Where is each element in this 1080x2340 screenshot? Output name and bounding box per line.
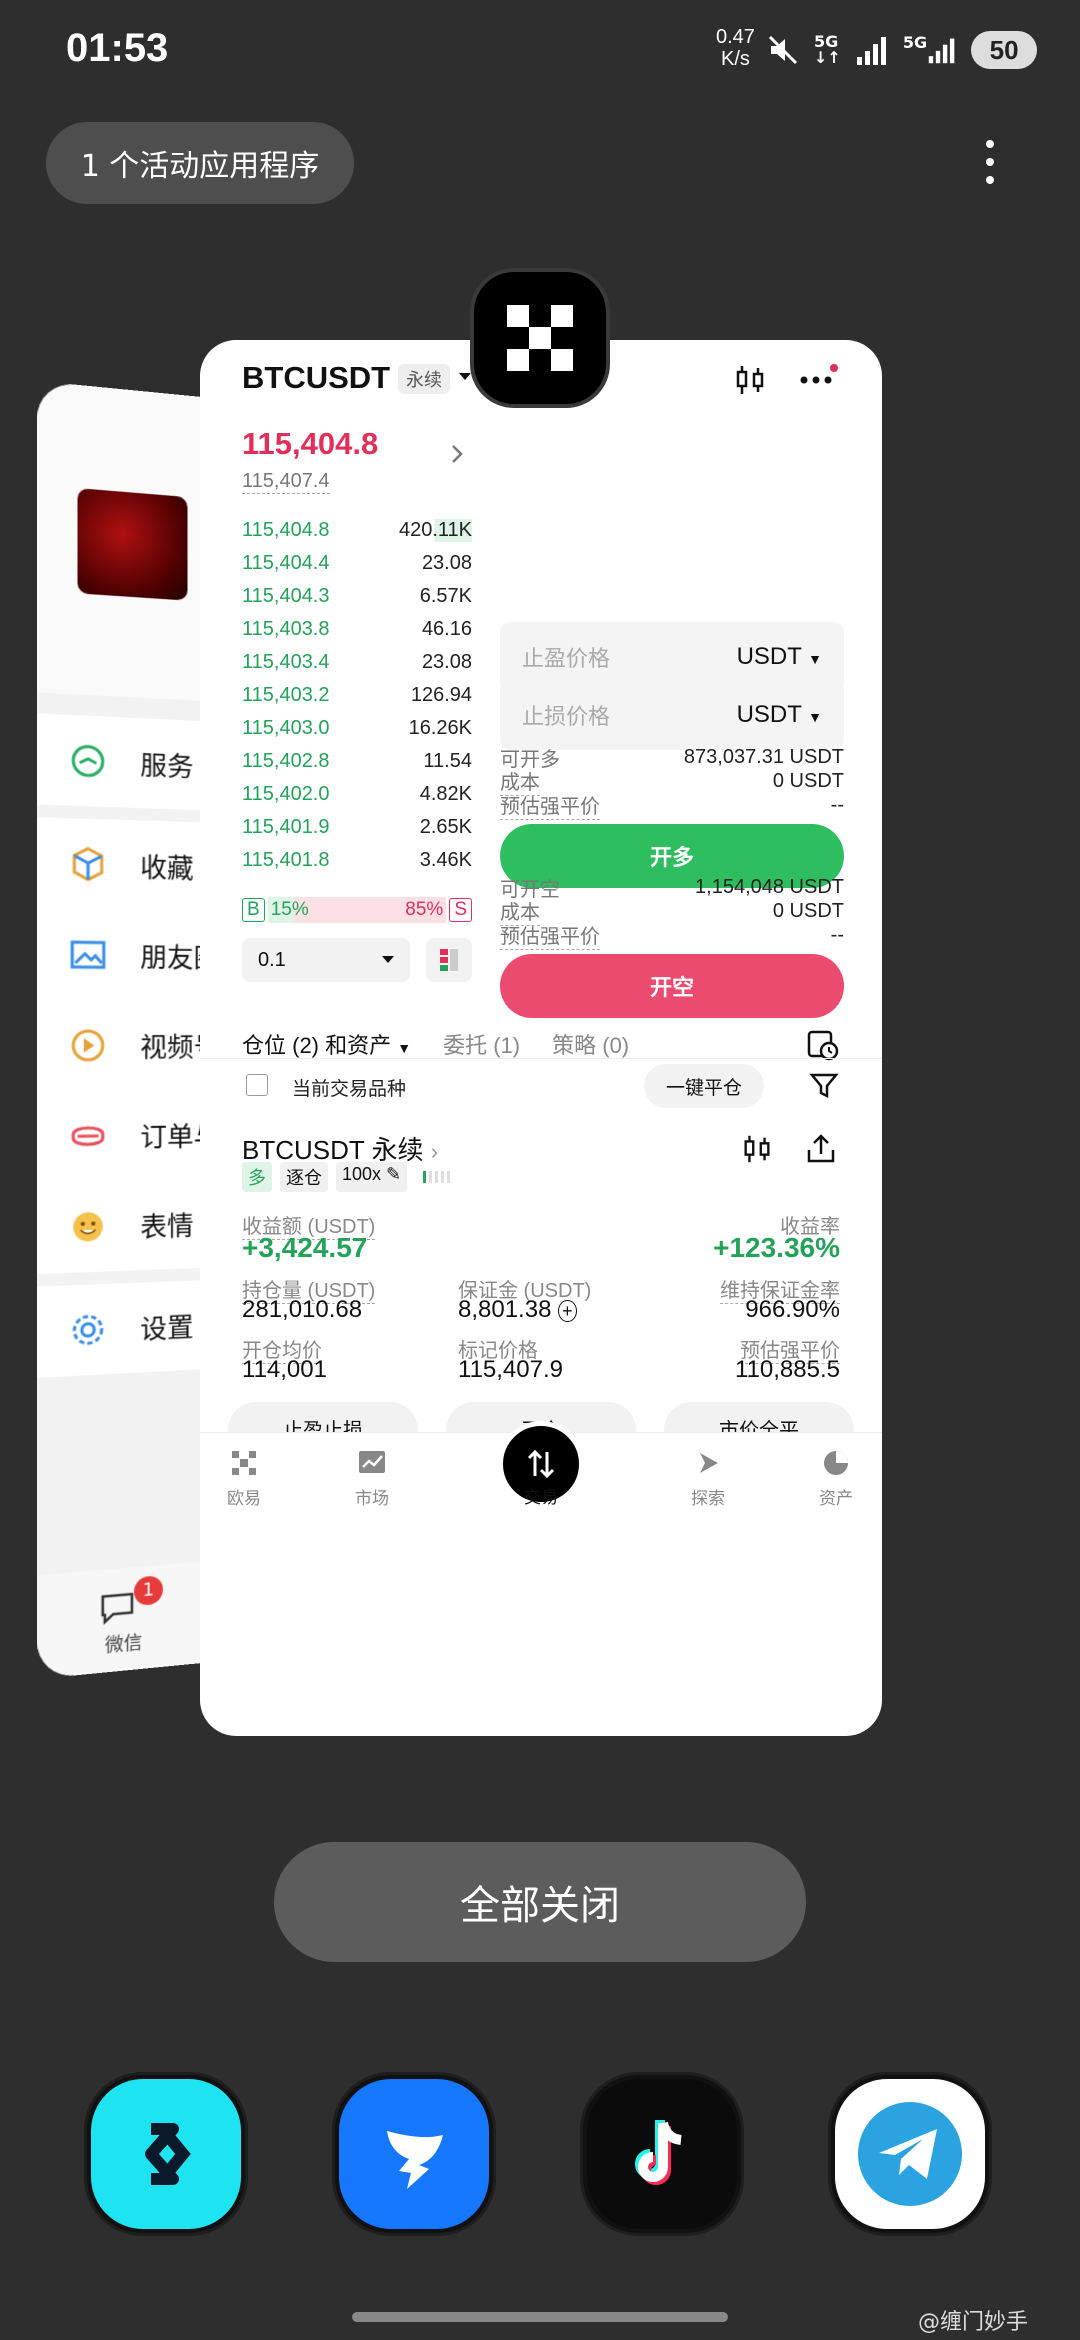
entry-value: 114,001	[242, 1356, 327, 1383]
sell-ratio-value: 85%	[405, 899, 444, 920]
position-tabs: 仓位 (2) 和资产 ▼ 委托 (1) 策略 (0)	[242, 1028, 629, 1060]
stickers-icon	[73, 1212, 103, 1242]
orderbook-row[interactable]: 115,403.8 46.16	[242, 613, 472, 646]
settings-gear-icon	[67, 1308, 109, 1351]
telegram-app-icon[interactable]	[828, 2072, 992, 2236]
nav-assets[interactable]: 资产	[796, 1447, 876, 1509]
wechat-nav-label: 微信	[104, 1632, 143, 1658]
signal-bars-icon-2	[928, 38, 955, 64]
buy-ratio-label: B	[242, 898, 265, 922]
contract-tag: 永续	[398, 364, 450, 394]
favorites-icon	[67, 843, 109, 885]
orderbook-row[interactable]: 115,404.8 420.11K	[242, 514, 472, 547]
mute-icon	[768, 35, 798, 65]
long-liq-price: 预估强平价 --	[500, 788, 844, 822]
last-price: 115,404.8	[242, 426, 379, 461]
signal-5g-icon: 5G ↓↑	[814, 32, 841, 67]
okx-bottom-nav: 欧易 市场 交易 探索 资产	[200, 1421, 882, 1532]
mark-price: 115,407.4	[242, 470, 330, 494]
more-options-icon[interactable]	[980, 140, 1000, 188]
compass-icon	[700, 1453, 718, 1473]
candlestick-icon[interactable]	[732, 362, 768, 398]
okx-logo-icon	[232, 1451, 256, 1475]
sell-ratio-label: S	[449, 898, 472, 922]
orderbook-row[interactable]: 115,403.0 16.26K	[242, 712, 472, 745]
pie-chart-icon	[824, 1451, 848, 1475]
network-speed: 0.47 K/s	[716, 26, 755, 70]
tiktok-app-icon[interactable]	[580, 2072, 744, 2236]
margin-value: 8,801.38 +	[458, 1296, 577, 1324]
liq-value: 110,885.5	[735, 1356, 840, 1383]
orderbook-layout-icon[interactable]	[426, 938, 472, 982]
current-pair-label: 当前交易品种	[292, 1079, 407, 1100]
channels-icon	[67, 1025, 109, 1066]
orderbook-row[interactable]: 115,401.8 3.46K	[242, 844, 472, 877]
history-clock-icon[interactable]	[804, 1026, 840, 1062]
nav-trade-label[interactable]: 交易	[501, 1483, 581, 1508]
okx-app-icon[interactable]	[470, 268, 610, 408]
filter-icon[interactable]	[808, 1070, 840, 1102]
nav-okx[interactable]: 欧易	[204, 1447, 284, 1509]
dingtalk-app-icon[interactable]	[332, 2072, 496, 2236]
position-chart-icon[interactable]	[740, 1132, 774, 1166]
services-icon	[67, 739, 109, 782]
wechat-chat-icon[interactable]	[96, 1587, 138, 1628]
orderbook-row[interactable]: 115,404.4 23.08	[242, 547, 472, 580]
orderbook-row[interactable]: 115,403.4 23.08	[242, 646, 472, 679]
tab-positions[interactable]: 仓位 (2) 和资产 ▼	[242, 1028, 411, 1060]
status-bar: 01:53 0.47 K/s 5G ↓↑ 5G 50	[0, 0, 1080, 100]
okx-recent-card[interactable]: BTCUSDT 永续 115,404.8 115,407.4 115,404.8…	[200, 340, 882, 1736]
tab-orders[interactable]: 委托 (1)	[443, 1028, 520, 1060]
swap-arrows-icon	[527, 1449, 555, 1479]
orderbook-row[interactable]: 115,404.3 6.57K	[242, 580, 472, 613]
short-liq-price: 预估强平价 --	[500, 918, 844, 952]
unread-badge: 1	[134, 1575, 163, 1607]
avatar	[77, 488, 188, 601]
clock: 01:53	[66, 26, 169, 70]
mmr-value: 966.90%	[745, 1296, 840, 1323]
home-indicator[interactable]	[352, 2312, 728, 2322]
nav-market[interactable]: 市场	[332, 1447, 412, 1509]
risk-bars-icon	[423, 1162, 451, 1192]
buy-ratio-value: 15%	[270, 899, 309, 920]
select-caret-icon	[382, 956, 394, 963]
nav-explore[interactable]: 探索	[668, 1447, 748, 1509]
close-all-button[interactable]: 全部关闭	[274, 1842, 806, 1962]
tab-strategies[interactable]: 策略 (0)	[552, 1028, 629, 1060]
size-value: 281,010.68	[242, 1296, 363, 1323]
market-chart-icon	[359, 1451, 385, 1473]
side-badge: 多	[242, 1162, 272, 1192]
orderbook-row[interactable]: 115,403.2 126.94	[242, 679, 472, 712]
position-tags: 多 逐仓 100x ✎	[242, 1162, 451, 1192]
moments-icon	[67, 934, 109, 976]
active-apps-pill[interactable]: 1 个活动应用程序	[46, 122, 354, 204]
dropdown-caret-icon[interactable]	[458, 372, 472, 382]
pair-symbol[interactable]: BTCUSDT	[242, 360, 390, 396]
orderbook-row[interactable]: 115,402.8 11.54	[242, 745, 472, 778]
signal-bars-icon	[856, 37, 886, 65]
roe-value: +123.36%	[713, 1232, 840, 1263]
orderbook-row[interactable]: 115,402.0 4.82K	[242, 778, 472, 811]
current-pair-checkbox[interactable]	[246, 1074, 268, 1096]
depth-step-select[interactable]: 0.1	[242, 938, 410, 982]
add-margin-icon[interactable]: +	[558, 1300, 577, 1322]
close-all-positions-button[interactable]: 一键平仓	[644, 1064, 764, 1108]
buy-sell-ratio-bar: B 15% 85% S	[242, 896, 472, 924]
chevron-right-icon[interactable]	[450, 444, 464, 464]
pnl-value: +3,424.57	[242, 1232, 368, 1263]
status-icons: 5G ↓↑ 5G 50	[766, 30, 1038, 70]
mark-value: 115,407.9	[458, 1356, 563, 1383]
leverage-badge[interactable]: 100x ✎	[336, 1162, 408, 1192]
more-dots-icon[interactable]	[798, 364, 838, 394]
bitget-app-icon[interactable]	[84, 2072, 248, 2236]
orderbook-row[interactable]: 115,401.9 2.65K	[242, 811, 472, 844]
margin-mode-badge: 逐仓	[280, 1162, 328, 1192]
signal-5g-icon-2: 5G	[902, 32, 928, 52]
divider	[200, 1058, 882, 1059]
battery-indicator: 50	[971, 31, 1038, 69]
orders-icon	[67, 1115, 109, 1157]
watermark: @缠门妙手	[918, 2310, 1029, 2335]
share-icon[interactable]	[804, 1132, 838, 1166]
open-short-button[interactable]: 开空	[500, 954, 844, 1018]
